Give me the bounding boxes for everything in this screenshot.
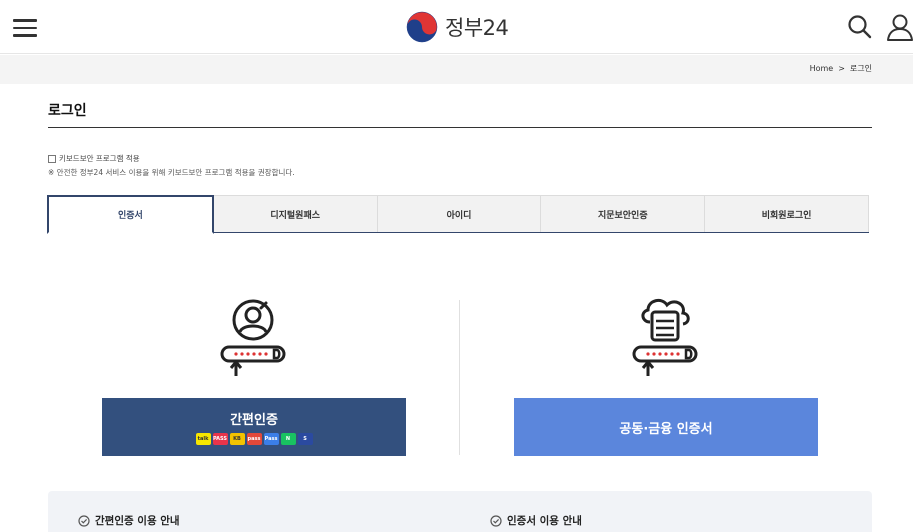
login-tabs: 인증서 디지털원패스 아이디 지문보안인증 비회원로그인 xyxy=(47,195,869,234)
simple-auth-button[interactable]: 간편인증 talk PASS KB pass Pass N S xyxy=(102,398,406,456)
tab-digital-onepass[interactable]: 디지털원패스 xyxy=(212,195,378,232)
breadcrumb-home-link[interactable]: Home xyxy=(810,64,834,73)
keyboard-security-checkbox[interactable] xyxy=(48,154,56,163)
certificate-illustration-icon xyxy=(632,298,698,376)
simple-auth-guide-link[interactable]: 간편인증 이용 안내 xyxy=(78,513,180,528)
tab-guest-login[interactable]: 비회원로그인 xyxy=(704,195,869,232)
check-circle-icon xyxy=(490,514,502,527)
breadcrumb: Home > 로그인 xyxy=(810,63,872,74)
panel-divider xyxy=(459,300,460,455)
certificate-guide-label: 인증서 이용 안내 xyxy=(507,515,582,527)
kb-provider-icon: KB xyxy=(229,433,245,445)
certificate-guide-link[interactable]: 인증서 이용 안내 xyxy=(490,513,582,528)
search-icon[interactable] xyxy=(845,12,875,42)
page-title: 로그인 xyxy=(48,103,87,119)
simple-auth-guide-label: 간편인증 이용 안내 xyxy=(95,515,180,527)
taegeuk-logo-icon xyxy=(406,11,438,43)
payco-provider-icon: Pass xyxy=(263,433,279,445)
breadcrumb-bar: Home > 로그인 xyxy=(0,55,913,84)
keyboard-security-label[interactable]: 키보드보안 프로그램 적용 xyxy=(59,153,140,164)
title-divider xyxy=(48,127,872,128)
user-icon[interactable] xyxy=(885,12,913,42)
shinhan-provider-icon: S xyxy=(297,433,313,445)
tab-fingerprint[interactable]: 지문보안인증 xyxy=(540,195,706,232)
simple-auth-provider-icons: talk PASS KB pass Pass N S xyxy=(195,433,313,445)
tab-id[interactable]: 아이디 xyxy=(376,195,542,232)
certificate-login-button[interactable]: 공동·금융 인증서 xyxy=(514,398,818,456)
tab-certificate[interactable]: 인증서 xyxy=(47,195,214,234)
naver-provider-icon: N xyxy=(280,433,296,445)
simple-auth-label: 간편인증 xyxy=(230,413,278,428)
pass-provider-icon: PASS xyxy=(212,433,228,445)
kakao-provider-icon: talk xyxy=(195,433,211,445)
breadcrumb-separator: > xyxy=(838,64,845,73)
top-header: 정부24 xyxy=(0,0,913,54)
keyboard-security-row: 키보드보안 프로그램 적용 xyxy=(48,153,140,164)
samsung-provider-icon: pass xyxy=(246,433,262,445)
logo-text: 정부24 xyxy=(445,16,509,40)
check-circle-icon xyxy=(78,514,90,527)
info-box: 간편인증 이용 안내 인증서 이용 안내 xyxy=(48,491,872,532)
gov24-logo[interactable]: 정부24 xyxy=(405,10,509,44)
hamburger-menu-icon[interactable] xyxy=(13,18,37,38)
simple-auth-illustration-icon xyxy=(220,299,286,376)
keyboard-security-note: ※ 안전한 정부24 서비스 이용을 위해 키보드보안 프로그램 적용을 권장합… xyxy=(48,168,295,177)
breadcrumb-current: 로그인 xyxy=(849,64,872,73)
